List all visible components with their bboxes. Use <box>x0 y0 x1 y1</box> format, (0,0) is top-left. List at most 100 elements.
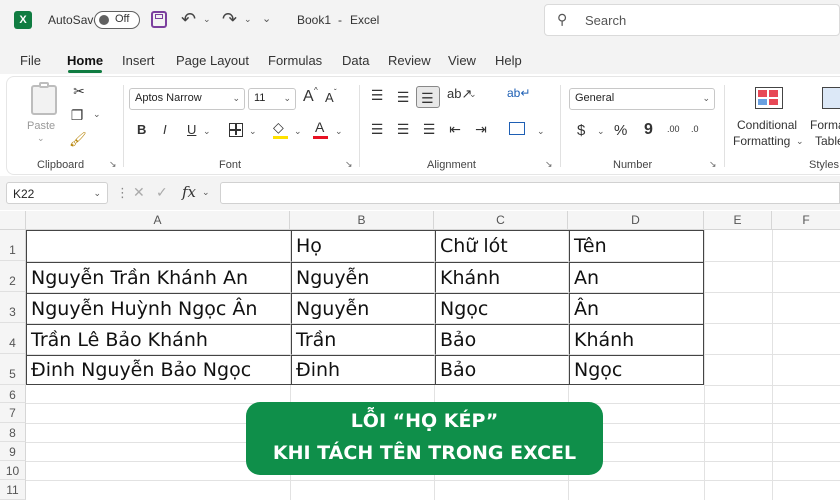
column-header-d[interactable]: D <box>568 211 704 230</box>
cell-d5[interactable]: Ngọc <box>569 355 703 384</box>
cell-c2[interactable]: Khánh <box>435 262 569 293</box>
bottom-align-button[interactable]: ☰ <box>416 86 440 108</box>
cell-d3[interactable]: Ân <box>569 293 703 324</box>
undo-dropdown-chevron-icon[interactable]: ⌄ <box>203 14 211 25</box>
tab-view[interactable]: View <box>448 53 476 68</box>
underline-button[interactable]: U <box>187 122 196 137</box>
currency-icon[interactable]: $ <box>577 122 585 139</box>
row-header-4[interactable]: 4 <box>0 323 26 354</box>
increase-indent-icon[interactable]: ⇥ <box>473 121 489 137</box>
currency-chevron-icon[interactable]: ⌄ <box>597 126 605 137</box>
column-header-c[interactable]: C <box>434 211 568 230</box>
cell-b5[interactable]: Đinh <box>291 355 435 384</box>
name-box[interactable]: K22 ⌄ <box>6 182 108 204</box>
middle-align-icon[interactable]: ☰ <box>395 89 411 105</box>
redo-dropdown-chevron-icon[interactable]: ⌄ <box>244 14 252 25</box>
copy-icon[interactable]: ❐ <box>69 107 85 123</box>
orientation-icon[interactable]: ab↗ <box>447 86 472 102</box>
tab-insert[interactable]: Insert <box>122 53 155 68</box>
paste-chevron-icon[interactable]: ⌄ <box>37 133 45 144</box>
row-header-7[interactable]: 7 <box>0 403 26 423</box>
cell-a5[interactable]: Đinh Nguyễn Bảo Ngọc <box>27 355 291 384</box>
align-right-icon[interactable]: ☰ <box>421 121 437 137</box>
row-header-2[interactable]: 2 <box>0 261 26 292</box>
underline-chevron-icon[interactable]: ⌄ <box>203 126 211 137</box>
cell-a1[interactable] <box>27 231 291 262</box>
bold-button[interactable]: B <box>137 122 146 137</box>
cell-b3[interactable]: Nguyễn <box>291 293 435 324</box>
conditional-formatting-icon[interactable] <box>755 87 783 109</box>
clipboard-launcher-icon[interactable]: ↘ <box>109 159 117 170</box>
paste-icon[interactable] <box>31 82 57 115</box>
format-as-table-label-2[interactable]: Table <box>815 134 840 148</box>
orientation-chevron-icon[interactable]: ⌄ <box>469 89 477 100</box>
tab-formulas[interactable]: Formulas <box>268 53 322 68</box>
cell-d4[interactable]: Khánh <box>569 324 703 355</box>
comma-style-icon[interactable]: 9 <box>644 121 653 139</box>
grow-font-icon[interactable]: A <box>303 88 314 106</box>
cell-c1[interactable]: Chữ lót <box>435 231 569 262</box>
redo-icon[interactable]: ↷ <box>222 9 237 30</box>
cancel-entry-icon[interactable]: ✕ <box>133 184 145 201</box>
font-color-icon[interactable]: A <box>315 119 324 135</box>
format-as-table-label-1[interactable]: Forma <box>810 118 840 132</box>
select-all-corner[interactable] <box>0 211 26 230</box>
merge-center-icon[interactable] <box>509 122 525 135</box>
alignment-launcher-icon[interactable]: ↘ <box>545 159 553 170</box>
row-header-8[interactable]: 8 <box>0 423 26 442</box>
fill-color-icon[interactable]: ◇ <box>273 119 284 136</box>
insert-function-icon[interactable]: fx <box>182 183 196 201</box>
undo-icon[interactable]: ↶ <box>181 9 196 30</box>
tab-data[interactable]: Data <box>342 53 369 68</box>
cell-d1[interactable]: Tên <box>569 231 703 262</box>
format-as-table-icon[interactable] <box>822 87 840 109</box>
tab-file[interactable]: File <box>20 53 41 68</box>
italic-button[interactable]: I <box>163 122 167 137</box>
row-header-1[interactable]: 1 <box>0 230 26 261</box>
formula-input[interactable] <box>220 182 840 204</box>
font-color-chevron-icon[interactable]: ⌄ <box>335 126 343 137</box>
number-launcher-icon[interactable]: ↘ <box>709 159 717 170</box>
column-header-a[interactable]: A <box>26 211 290 230</box>
font-launcher-icon[interactable]: ↘ <box>345 159 353 170</box>
cell-c3[interactable]: Ngọc <box>435 293 569 324</box>
search-box[interactable]: ⚲ Search <box>544 4 840 36</box>
tab-help[interactable]: Help <box>495 53 522 68</box>
align-left-icon[interactable]: ☰ <box>369 121 385 137</box>
font-name-dropdown[interactable]: Aptos Narrow ⌄ <box>129 88 245 110</box>
top-align-icon[interactable]: ☰ <box>369 87 385 103</box>
cell-c4[interactable]: Bảo <box>435 324 569 355</box>
row-header-5[interactable]: 5 <box>0 354 26 385</box>
decrease-decimal-icon[interactable]: .0 <box>691 124 699 134</box>
paste-label[interactable]: Paste <box>27 120 55 132</box>
column-header-f[interactable]: F <box>772 211 840 230</box>
copy-chevron-icon[interactable]: ⌄ <box>93 109 101 120</box>
row-header-3[interactable]: 3 <box>0 292 26 323</box>
decrease-indent-icon[interactable]: ⇤ <box>447 121 463 137</box>
number-format-dropdown[interactable]: General ⌄ <box>569 88 715 110</box>
borders-chevron-icon[interactable]: ⌄ <box>249 126 257 137</box>
confirm-entry-icon[interactable]: ✓ <box>156 184 168 201</box>
font-size-dropdown[interactable]: 11 ⌄ <box>248 88 296 110</box>
cut-icon[interactable]: ✂ <box>71 83 87 99</box>
save-icon[interactable] <box>151 11 167 28</box>
wrap-text-icon[interactable]: ab↵ <box>507 85 530 101</box>
format-painter-icon[interactable]: 🖌 <box>69 131 87 147</box>
row-header-6[interactable]: 6 <box>0 385 26 403</box>
fill-color-chevron-icon[interactable]: ⌄ <box>294 126 302 137</box>
cell-b4[interactable]: Trần <box>291 324 435 355</box>
fx-chevron-icon[interactable]: ⌄ <box>202 187 210 198</box>
column-header-b[interactable]: B <box>290 211 434 230</box>
tab-review[interactable]: Review <box>388 53 431 68</box>
cell-b1[interactable]: Họ <box>291 231 435 262</box>
cell-d2[interactable]: An <box>569 262 703 293</box>
cell-a4[interactable]: Trần Lê Bảo Khánh <box>27 324 291 355</box>
increase-decimal-icon[interactable]: .00 <box>667 124 680 134</box>
cell-c5[interactable]: Bảo <box>435 355 569 384</box>
cell-a2[interactable]: Nguyễn Trần Khánh An <box>27 262 291 293</box>
row-header-10[interactable]: 10 <box>0 461 26 480</box>
autosave-toggle[interactable]: Off <box>94 11 140 29</box>
tab-page-layout[interactable]: Page Layout <box>176 53 249 68</box>
column-header-e[interactable]: E <box>704 211 772 230</box>
percent-icon[interactable]: % <box>614 122 627 139</box>
